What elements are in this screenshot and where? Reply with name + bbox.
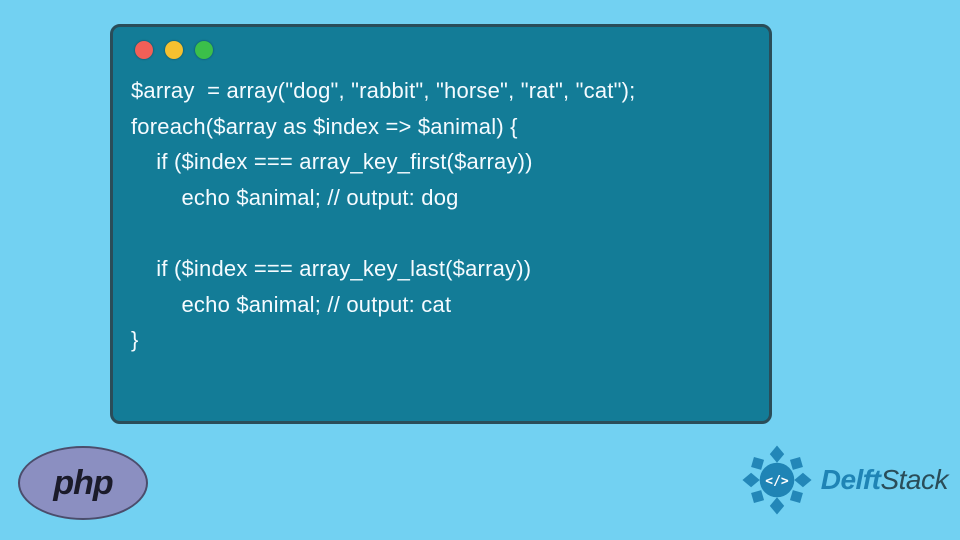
delftstack-logo: </> DelftStack xyxy=(741,444,948,516)
minimize-icon xyxy=(165,41,183,59)
code-line: if ($index === array_key_first($array)) xyxy=(131,149,533,174)
svg-text:</>: </> xyxy=(765,474,789,489)
php-logo: php xyxy=(18,446,148,520)
code-line: echo $animal; // output: dog xyxy=(131,185,459,210)
code-line: } xyxy=(131,327,139,352)
php-logo-text: php xyxy=(53,464,112,503)
code-line: echo $animal; // output: cat xyxy=(131,292,451,317)
code-line: if ($index === array_key_last($array)) xyxy=(131,256,531,281)
delftstack-icon: </> xyxy=(741,444,813,516)
code-line: $array = array("dog", "rabbit", "horse",… xyxy=(131,78,635,103)
code-block: $array = array("dog", "rabbit", "horse",… xyxy=(131,73,751,358)
window-controls xyxy=(135,41,751,59)
maximize-icon xyxy=(195,41,213,59)
close-icon xyxy=(135,41,153,59)
code-line: foreach($array as $index => $animal) { xyxy=(131,114,518,139)
code-card: $array = array("dog", "rabbit", "horse",… xyxy=(110,24,772,424)
delftstack-text: DelftStack xyxy=(821,464,948,496)
